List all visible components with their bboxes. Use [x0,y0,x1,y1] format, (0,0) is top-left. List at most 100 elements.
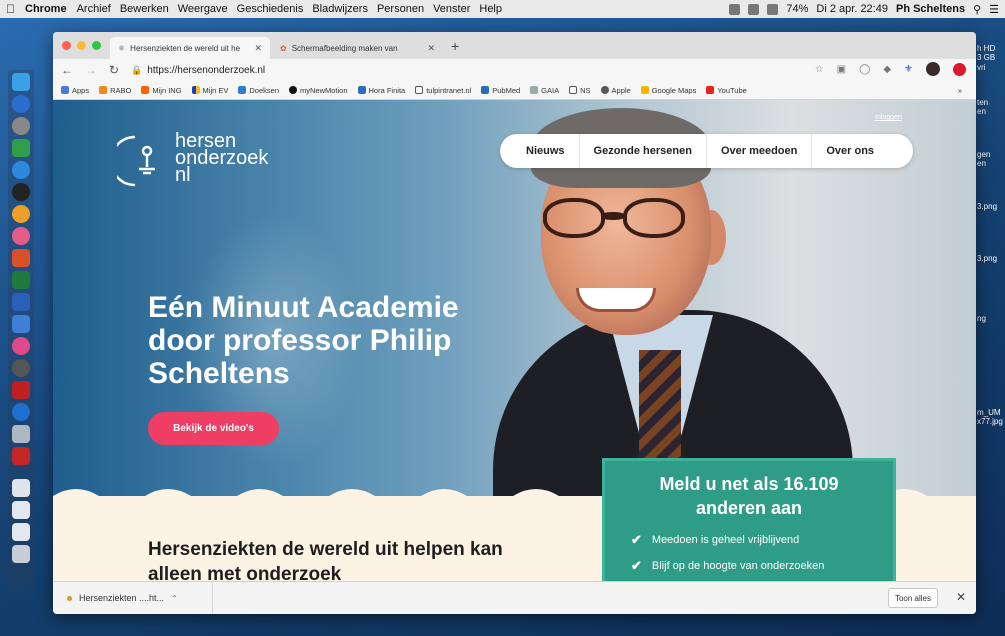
bookmarks-bar: Apps RABO Mijn ING Mijn EV Doeksen myNew… [53,81,976,100]
opera-icon[interactable] [953,62,966,76]
nav-item-nieuws[interactable]: Nieuws [500,134,580,168]
document-icon[interactable] [12,479,30,497]
pdf-icon[interactable] [12,447,30,465]
spreadsheet-app-icon[interactable] [12,139,30,157]
profile-avatar[interactable] [926,62,940,76]
menu-item-venster[interactable]: Venster [433,3,470,15]
address-bar[interactable]: 🔒 https://hersenonderzoek.nl [131,65,265,76]
powerpoint-icon[interactable] [12,249,30,267]
chevron-up-icon[interactable]: ⌃ [171,594,178,603]
tab-close-icon[interactable]: ✕ [427,43,435,54]
show-all-downloads-button[interactable]: Toon alles [888,588,938,608]
app-store-icon[interactable] [12,161,30,179]
launchpad-icon[interactable] [12,95,30,113]
bookmark-star-icon[interactable]: ☆ [815,64,824,75]
extension-icon[interactable]: ◯ [859,64,870,75]
bookmark-apple[interactable]: Apple [600,86,631,95]
browser-window: ⚛ Hersenziekten de wereld uit he ✕ ✿ Sch… [53,32,976,614]
volume-icon[interactable] [767,3,779,15]
drive-icon[interactable] [12,425,30,443]
bookmark-gaia[interactable]: GAIA [530,86,559,95]
hero-section: hersen onderzoek nl Inloggen Nieuws Gezo… [53,100,976,581]
bookmark-rabo[interactable]: RABO [99,86,131,95]
desktop-file-label[interactable]: en [977,107,986,117]
nav-item-gezonde-hersenen[interactable]: Gezonde hersenen [580,134,707,168]
bookmark-label: tulpintranet.nl [426,85,472,95]
apple-icon[interactable]:  [6,2,15,16]
nav-item-over-meedoen[interactable]: Over meedoen [707,134,813,168]
trash-icon[interactable] [12,545,30,563]
back-icon[interactable]: ← [61,63,73,77]
bookmark-pubmed[interactable]: PubMed [481,86,520,95]
bookmarks-overflow-button[interactable]: » [958,86,962,95]
word-icon[interactable] [12,293,30,311]
menu-item-help[interactable]: Help [479,3,502,15]
menu-app-name[interactable]: Chrome [25,3,67,15]
finder-icon[interactable] [12,73,30,91]
bookmark-tulpintranet[interactable]: tulpintranet.nl [415,86,471,95]
battery-percent[interactable]: 74% [786,3,808,15]
user-name[interactable]: Ph Scheltens [896,3,965,15]
chrome-icon[interactable] [12,205,30,223]
extension-icon[interactable]: ▣ [837,64,846,75]
forward-icon[interactable]: → [85,63,97,77]
menu-item-bladwijzers[interactable]: Bladwijzers [312,3,368,15]
menu-item-archief[interactable]: Archief [77,3,111,15]
menu-item-bewerken[interactable]: Bewerken [120,3,169,15]
bookmark-label: Apps [72,85,90,95]
excel-icon[interactable] [12,271,30,289]
bookmark-google-maps[interactable]: Google Maps [640,86,696,95]
preview-icon[interactable] [12,315,30,333]
desktop-file-label[interactable]: 3 GB vri [977,53,1005,73]
desktop-file-label[interactable]: ng [977,314,986,324]
reload-icon[interactable]: ↻ [109,63,119,77]
settings-icon[interactable] [12,359,30,377]
menu-item-personen[interactable]: Personen [377,3,424,15]
menu-item-geschiedenis[interactable]: Geschiedenis [237,3,304,15]
clock[interactable]: Di 2 apr. 22:49 [816,3,888,15]
desktop-file-label[interactable]: 3.png [977,202,997,212]
menu-item-weergave[interactable]: Weergave [178,3,228,15]
download-filename: Hersenziekten ....ht... [79,593,165,603]
extension-icon[interactable]: ◆ [883,64,891,75]
watch-videos-button[interactable]: Bekijk de video's [148,412,279,445]
wifi-icon[interactable] [748,3,760,15]
site-logo[interactable]: hersen onderzoek nl [117,131,317,213]
acrobat-icon[interactable] [12,381,30,399]
notification-center-icon[interactable]: ☰ [989,3,999,16]
zoom-window-button[interactable] [92,41,101,50]
bookmark-mijn-ing[interactable]: Mijn ING [141,86,182,95]
bookmark-apps[interactable]: Apps [61,86,89,95]
rocket-icon[interactable] [12,117,30,135]
bookmark-mijn-ev[interactable]: Mijn EV [191,86,228,95]
new-tab-button[interactable]: + [451,38,459,54]
tab-close-icon[interactable]: ✕ [254,43,262,54]
photos-icon[interactable] [12,227,30,245]
tab-hersenonderzoek[interactable]: ⚛ Hersenziekten de wereld uit he ✕ [110,37,270,59]
document-icon[interactable] [12,523,30,541]
login-link[interactable]: Inloggen [875,114,902,121]
minimize-window-button[interactable] [77,41,86,50]
close-download-bar-icon[interactable]: ✕ [956,590,966,604]
music-icon[interactable] [12,337,30,355]
camera-icon[interactable] [12,183,30,201]
desktop-file-label[interactable]: 3.png [977,254,997,264]
nav-item-over-ons[interactable]: Over ons [812,134,888,168]
bookmark-hora-finita[interactable]: Hora Finita [357,86,405,95]
bookmark-label: GAIA [541,85,560,95]
bookmark-youtube[interactable]: YouTube [706,86,747,95]
download-item[interactable]: Hersenziekten ....ht... ⌃ [53,582,213,614]
bookmark-mynewmotion[interactable]: myNewMotion [289,86,348,95]
sync-icon[interactable] [12,403,30,421]
extension-icon[interactable]: ⚜ [904,64,913,75]
bookmark-ns[interactable]: NS [569,86,591,95]
close-window-button[interactable] [62,41,71,50]
desktop-file-label[interactable]: en [977,159,986,169]
tab-schermafbeelding[interactable]: ✿ Schermafbeelding maken van ✕ [272,37,443,59]
spotlight-icon[interactable]: ⚲ [973,3,981,16]
bookmark-doeksen[interactable]: Doeksen [238,86,279,95]
desktop-file-label[interactable]: x77.jpg [977,417,1003,427]
status-icon[interactable] [729,3,741,15]
document-icon[interactable] [12,501,30,519]
ship-icon [238,86,247,94]
